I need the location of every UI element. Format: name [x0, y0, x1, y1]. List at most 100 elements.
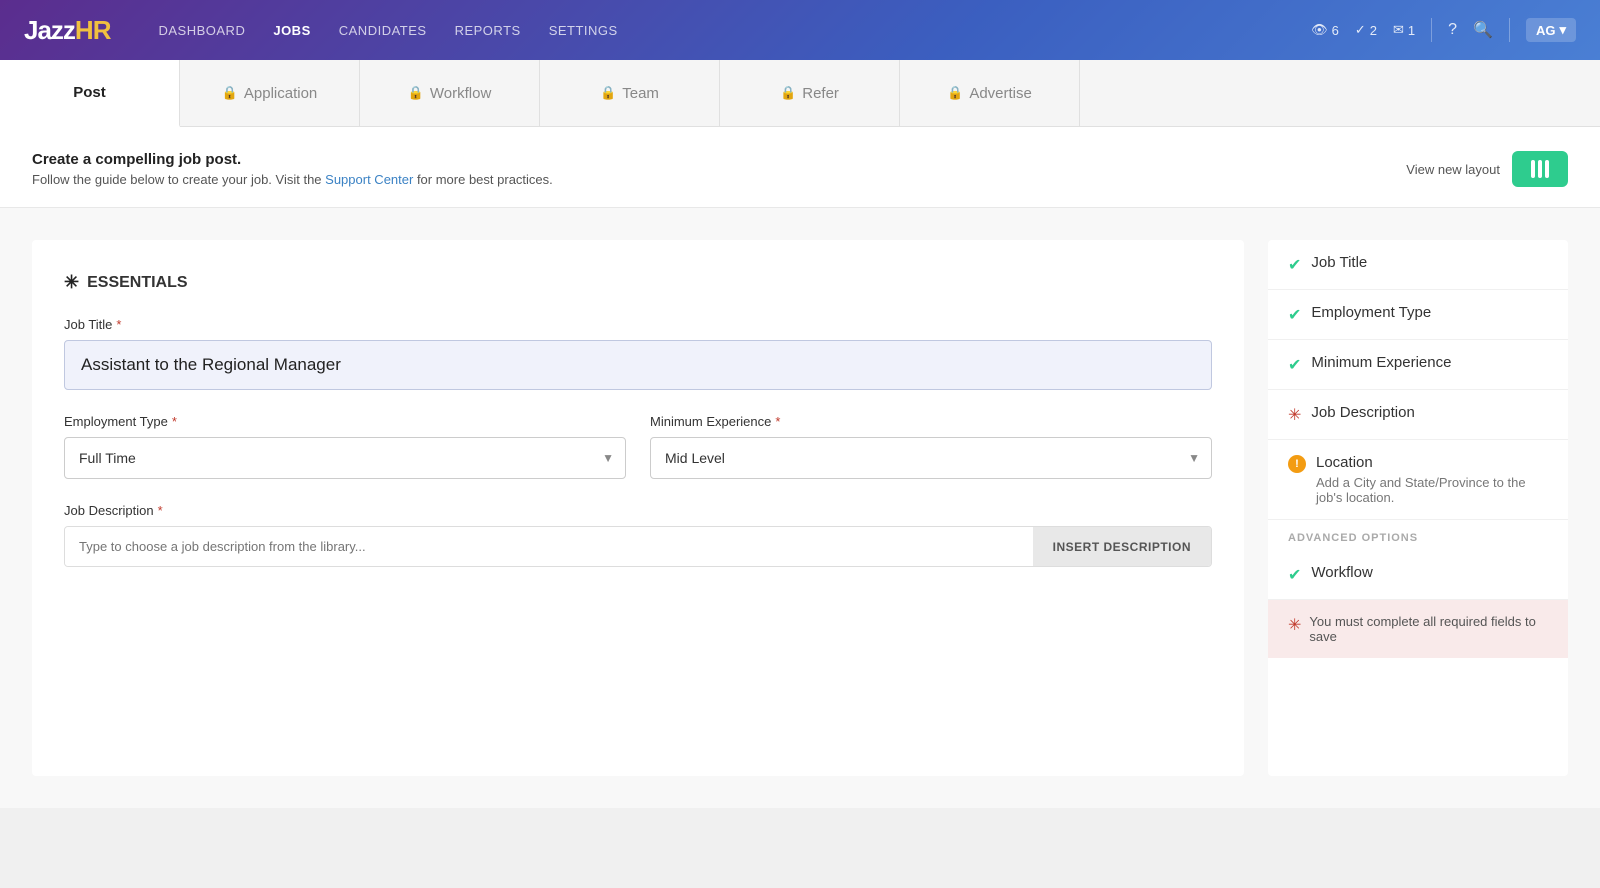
- min-experience-label: Minimum Experience *: [650, 414, 1212, 429]
- nav-candidates[interactable]: CANDIDATES: [339, 23, 427, 38]
- tab-advertise-label: Advertise: [969, 85, 1032, 102]
- subtitle-pre: Follow the guide below to create your jo…: [32, 172, 325, 187]
- essentials-star-icon: ✳: [64, 272, 79, 293]
- page-header-left: Create a compelling job post. Follow the…: [32, 151, 553, 187]
- content-wrapper: Create a compelling job post. Follow the…: [0, 127, 1600, 808]
- toggle-bar-2: [1538, 160, 1542, 178]
- checklist-desc-text: Job Description: [1311, 404, 1414, 421]
- navigation: JazzHR DASHBOARD JOBS CANDIDATES REPORTS…: [0, 0, 1600, 60]
- job-desc-group: Job Description * INSERT DESCRIPTION: [64, 503, 1212, 567]
- sidebar-error-text: You must complete all required fields to…: [1309, 614, 1548, 644]
- check-badge[interactable]: ✓ 2: [1355, 22, 1377, 38]
- checklist-sidebar: ✔ Job Title ✔ Employment Type ✔ Minimum …: [1268, 240, 1568, 776]
- error-asterisk-icon: ✳: [1288, 615, 1301, 635]
- view-layout-toggle[interactable]: [1512, 151, 1568, 187]
- warning-location-icon: !: [1288, 455, 1306, 473]
- view-layout-label: View new layout: [1406, 162, 1500, 177]
- checklist-employment-text: Employment Type: [1311, 304, 1431, 321]
- min-experience-col: Minimum Experience * None Entry Level Mi…: [650, 414, 1212, 479]
- job-title-input[interactable]: [64, 340, 1212, 390]
- section-title-text: ESSENTIALS: [87, 274, 187, 292]
- checklist-location-text: Location: [1316, 454, 1548, 471]
- checklist-location-block: Location Add a City and State/Province t…: [1316, 454, 1548, 505]
- lock-icon-refer: 🔒: [780, 85, 796, 101]
- nav-divider: [1431, 18, 1432, 42]
- job-title-label: Job Title *: [64, 317, 1212, 332]
- eye-badge[interactable]: 👁 6: [1311, 22, 1339, 38]
- desc-required: *: [158, 503, 163, 518]
- lock-icon-application: 🔒: [222, 85, 238, 101]
- employment-type-col: Employment Type * Full Time Part Time Co…: [64, 414, 626, 479]
- subtitle-post: for more best practices.: [413, 172, 552, 187]
- logo[interactable]: JazzHR: [24, 15, 110, 46]
- advanced-options-label: ADVANCED OPTIONS: [1268, 520, 1568, 550]
- job-title-required: *: [116, 317, 121, 332]
- eye-icon: 👁: [1311, 22, 1328, 38]
- checkmark-icon: ✓: [1355, 22, 1366, 38]
- avatar-label: AG: [1536, 23, 1556, 38]
- nav-jobs[interactable]: JOBS: [273, 23, 310, 38]
- checklist-workflow: ✔ Workflow: [1268, 550, 1568, 600]
- min-experience-select-wrapper: None Entry Level Mid Level Senior Level …: [650, 437, 1212, 479]
- checklist-job-title: ✔ Job Title: [1268, 240, 1568, 290]
- tabs-bar: Post 🔒 Application 🔒 Workflow 🔒 Team 🔒 R…: [0, 60, 1600, 127]
- job-title-group: Job Title *: [64, 317, 1212, 390]
- tab-team-label: Team: [622, 85, 659, 102]
- employment-required: *: [172, 414, 177, 429]
- check-count: 2: [1370, 23, 1377, 38]
- checklist-experience-text: Minimum Experience: [1311, 354, 1451, 371]
- nav-dashboard[interactable]: DASHBOARD: [158, 23, 245, 38]
- logo-jazz: Jazz: [24, 15, 75, 46]
- nav-right: 👁 6 ✓ 2 ✉ 1 ? 🔍 AG ▾: [1311, 18, 1576, 42]
- help-icon[interactable]: ?: [1448, 21, 1457, 39]
- eye-count: 6: [1332, 23, 1339, 38]
- nav-settings[interactable]: SETTINGS: [549, 23, 618, 38]
- job-desc-label: Job Description *: [64, 503, 1212, 518]
- message-count: 1: [1408, 23, 1415, 38]
- check-experience-icon: ✔: [1288, 355, 1301, 375]
- page-title: Create a compelling job post.: [32, 151, 553, 168]
- logo-hr: HR: [75, 15, 111, 46]
- lock-icon-advertise: 🔒: [947, 85, 963, 101]
- tab-refer-label: Refer: [802, 85, 839, 102]
- employment-type-select[interactable]: Full Time Part Time Contract Temporary I…: [64, 437, 626, 479]
- search-icon[interactable]: 🔍: [1473, 20, 1493, 40]
- view-layout-area: View new layout: [1406, 151, 1568, 187]
- insert-description-button[interactable]: INSERT DESCRIPTION: [1033, 527, 1211, 566]
- checklist-location-sub: Add a City and State/Province to the job…: [1316, 475, 1548, 505]
- message-badge[interactable]: ✉ 1: [1393, 22, 1415, 38]
- nav-links: DASHBOARD JOBS CANDIDATES REPORTS SETTIN…: [158, 23, 1279, 38]
- desc-search-input[interactable]: [65, 527, 1033, 566]
- checklist-job-desc: ✳ Job Description: [1268, 390, 1568, 440]
- page-subtitle: Follow the guide below to create your jo…: [32, 172, 553, 187]
- sidebar-error: ✳ You must complete all required fields …: [1268, 600, 1568, 658]
- nav-reports[interactable]: REPORTS: [455, 23, 521, 38]
- toggle-bar-3: [1545, 160, 1549, 178]
- tab-advertise[interactable]: 🔒 Advertise: [900, 60, 1080, 126]
- tab-refer[interactable]: 🔒 Refer: [720, 60, 900, 126]
- user-avatar[interactable]: AG ▾: [1526, 18, 1576, 42]
- checklist-workflow-text: Workflow: [1311, 564, 1372, 581]
- tab-application-label: Application: [244, 85, 317, 102]
- check-workflow-icon: ✔: [1288, 565, 1301, 585]
- desc-search-row: INSERT DESCRIPTION: [64, 526, 1212, 567]
- tab-post-label: Post: [73, 84, 106, 101]
- check-job-title-icon: ✔: [1288, 255, 1301, 275]
- toggle-bar-1: [1531, 160, 1535, 178]
- main-body: ✳ ESSENTIALS Job Title * Employment Type…: [0, 208, 1600, 808]
- page-header: Create a compelling job post. Follow the…: [0, 127, 1600, 208]
- employment-type-label: Employment Type *: [64, 414, 626, 429]
- checklist-location: ! Location Add a City and State/Province…: [1268, 440, 1568, 520]
- tab-post[interactable]: Post: [0, 60, 180, 127]
- tab-application[interactable]: 🔒 Application: [180, 60, 360, 126]
- checklist-min-experience: ✔ Minimum Experience: [1268, 340, 1568, 390]
- min-experience-select[interactable]: None Entry Level Mid Level Senior Level …: [650, 437, 1212, 479]
- section-title: ✳ ESSENTIALS: [64, 272, 1212, 293]
- support-center-link[interactable]: Support Center: [325, 172, 413, 187]
- lock-icon-workflow: 🔒: [408, 85, 424, 101]
- tab-workflow[interactable]: 🔒 Workflow: [360, 60, 540, 126]
- tab-team[interactable]: 🔒 Team: [540, 60, 720, 126]
- employment-experience-row: Employment Type * Full Time Part Time Co…: [64, 414, 1212, 479]
- message-icon: ✉: [1393, 22, 1404, 38]
- nav-divider-2: [1509, 18, 1510, 42]
